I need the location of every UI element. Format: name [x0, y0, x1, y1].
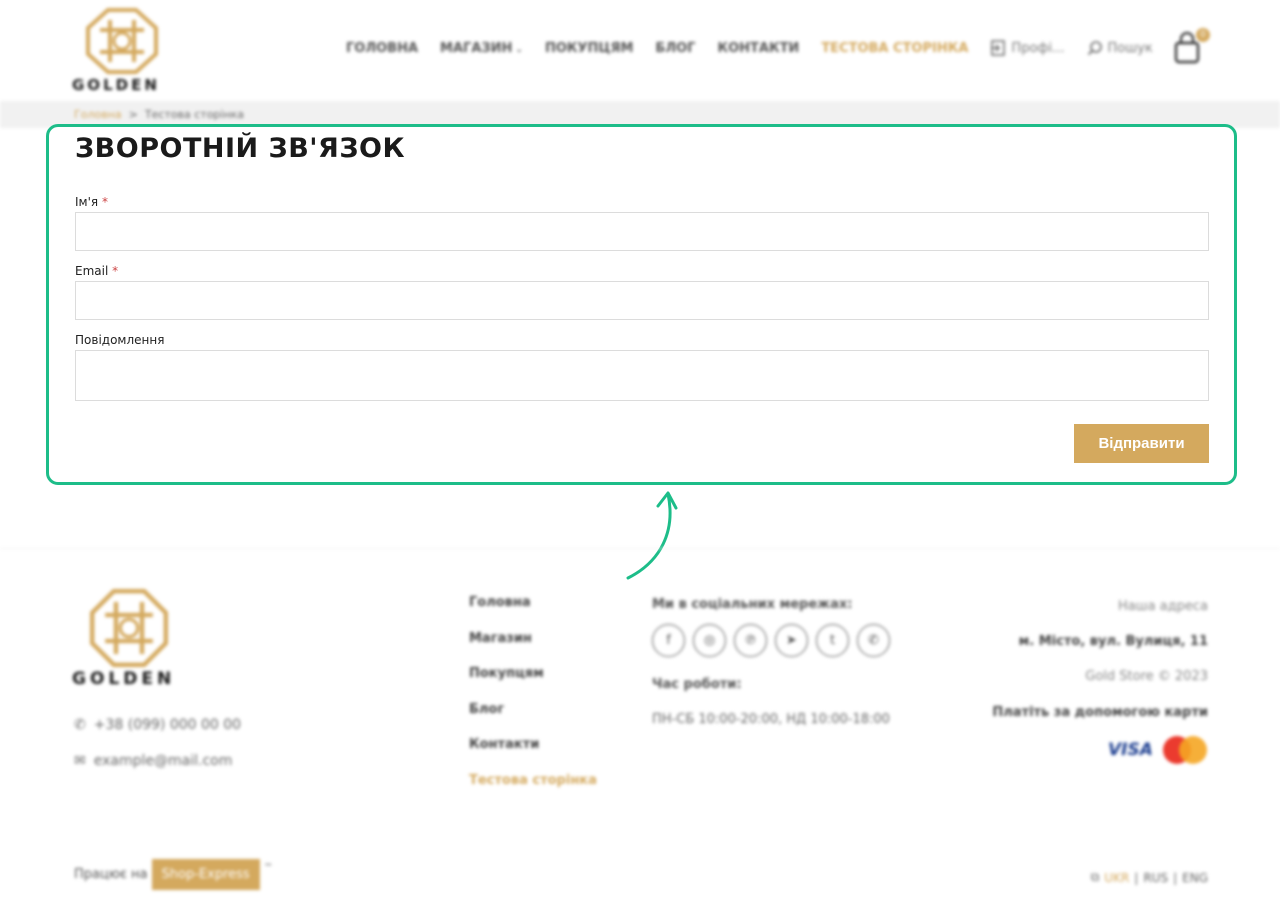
- email-label-text: Email: [75, 264, 109, 278]
- nav-item-customers[interactable]: ПОКУПЦЯМ: [545, 41, 633, 56]
- site-footer: GOLDEN ✆ +38 (099) 000 00 00 ✉ example@m…: [0, 548, 1280, 913]
- lang-rus[interactable]: RUS: [1143, 871, 1168, 885]
- cart-button[interactable]: 0: [1174, 28, 1210, 68]
- footer-menu: Головна Магазин Покупцям Блог Контакти Т…: [469, 595, 597, 808]
- footer-link-customers[interactable]: Покупцям: [469, 666, 597, 702]
- nav-item-contacts[interactable]: КОНТАКТИ: [717, 41, 799, 56]
- twitter-icon[interactable]: t: [816, 624, 849, 657]
- footer-link-test-page[interactable]: Тестова сторінка: [469, 773, 597, 809]
- hours-text: ПН-СБ 10:00-20:00, НД 10:00-18:00: [652, 712, 890, 727]
- nav-item-shop[interactable]: МАГАЗИН ⌄: [440, 41, 523, 56]
- address-title: Наша адреса: [1117, 599, 1208, 614]
- telegram-icon[interactable]: ➤: [775, 624, 808, 657]
- pay-title: Платіть за допомогою карти: [992, 705, 1208, 720]
- logo-text: GOLDEN: [72, 76, 160, 94]
- breadcrumb-home[interactable]: Головна: [74, 108, 122, 121]
- form-title: ЗВОРОТНІЙ ЗВ'ЯЗОК: [75, 133, 406, 164]
- search-label: Пошук: [1107, 40, 1153, 56]
- copyright: Gold Store © 2023: [1085, 669, 1208, 684]
- facebook-icon[interactable]: f: [652, 624, 685, 657]
- mail-icon: ✉: [74, 753, 86, 769]
- footer-link-shop[interactable]: Магазин: [469, 631, 597, 667]
- chevron-down-icon: ⌄: [515, 44, 523, 55]
- name-input[interactable]: [75, 212, 1209, 251]
- name-label-text: Ім'я: [75, 195, 99, 209]
- footer-phone-text: +38 (099) 000 00 00: [93, 717, 242, 733]
- email-input[interactable]: [75, 281, 1209, 320]
- search-button[interactable]: Пошук: [1087, 40, 1153, 56]
- feedback-form: ЗВОРОТНІЙ ЗВ'ЯЗОК Ім'я * Email * Повідом…: [46, 124, 1237, 485]
- cart-count-badge: 0: [1196, 28, 1210, 42]
- powered-by: Працює на Shop-Express ™: [74, 859, 273, 890]
- site-header: GOLDEN ГОЛОВНА МАГАЗИН ⌄ ПОКУПЦЯМ БЛОГ КО…: [0, 0, 1280, 100]
- phone-icon: ✆: [74, 717, 86, 733]
- breadcrumb-separator: >: [128, 108, 138, 121]
- footer-logo[interactable]: GOLDEN: [72, 589, 175, 689]
- shop-express-badge[interactable]: Shop-Express: [151, 859, 260, 890]
- nav-item-shop-label: МАГАЗИН: [440, 40, 513, 56]
- language-switcher: ⧉ UKR | RUS | ENG: [1091, 870, 1208, 885]
- logo-emblem-icon: [86, 8, 158, 74]
- main-nav: ГОЛОВНА МАГАЗИН ⌄ ПОКУПЦЯМ БЛОГ КОНТАКТИ …: [346, 40, 1175, 56]
- address-text: м. Місто, вул. Вулиця, 11: [1018, 634, 1208, 649]
- footer-link-blog[interactable]: Блог: [469, 702, 597, 738]
- message-label: Повідомлення: [75, 333, 165, 347]
- nav-item-blog[interactable]: БЛОГ: [655, 41, 695, 56]
- message-textarea[interactable]: [75, 350, 1209, 401]
- lang-separator: |: [1134, 870, 1139, 885]
- name-label: Ім'я *: [75, 195, 108, 209]
- email-label: Email *: [75, 264, 118, 278]
- footer-email-text: example@mail.com: [93, 753, 233, 769]
- visa-logo: VISA: [1108, 740, 1153, 760]
- trademark-sign: ™: [263, 862, 273, 873]
- required-mark: *: [101, 195, 108, 209]
- social-block: Ми в соціальних мережах: f ◎ ℗ ➤ t ✆: [652, 597, 890, 657]
- login-icon: [991, 40, 1006, 56]
- powered-prefix: Працює на: [74, 867, 148, 882]
- footer-phone[interactable]: ✆ +38 (099) 000 00 00: [74, 717, 241, 733]
- footer-link-contacts[interactable]: Контакти: [469, 737, 597, 773]
- translate-icon: ⧉: [1090, 870, 1100, 884]
- lang-ukr[interactable]: UKR: [1104, 871, 1129, 885]
- payment-cards: VISA: [1108, 736, 1207, 764]
- footer-email[interactable]: ✉ example@mail.com: [74, 753, 232, 769]
- social-icons: f ◎ ℗ ➤ t ✆: [652, 624, 890, 657]
- lang-eng[interactable]: ENG: [1182, 871, 1208, 885]
- lang-separator: |: [1173, 870, 1178, 885]
- footer-logo-text: GOLDEN: [72, 669, 176, 689]
- search-icon: [1087, 41, 1102, 56]
- instagram-icon[interactable]: ◎: [693, 624, 726, 657]
- required-mark: *: [112, 264, 119, 278]
- nav-item-test-page[interactable]: ТЕСТОВА СТОРІНКА: [821, 41, 968, 56]
- profile-link[interactable]: Профі...: [990, 40, 1065, 56]
- footer-link-home[interactable]: Головна: [469, 595, 597, 631]
- breadcrumb-current: Тестова сторінка: [144, 108, 245, 121]
- logo[interactable]: GOLDEN: [72, 8, 172, 94]
- mastercard-icon: [1162, 736, 1207, 764]
- pinterest-icon[interactable]: ℗: [734, 624, 767, 657]
- hours-title: Час роботи:: [652, 677, 742, 692]
- logo-emblem-icon: [90, 589, 168, 667]
- social-title: Ми в соціальних мережах:: [652, 597, 853, 612]
- submit-button[interactable]: Відправити: [1074, 424, 1209, 463]
- nav-item-home[interactable]: ГОЛОВНА: [346, 41, 418, 56]
- whatsapp-icon[interactable]: ✆: [857, 624, 890, 657]
- profile-label: Профі...: [1011, 40, 1065, 56]
